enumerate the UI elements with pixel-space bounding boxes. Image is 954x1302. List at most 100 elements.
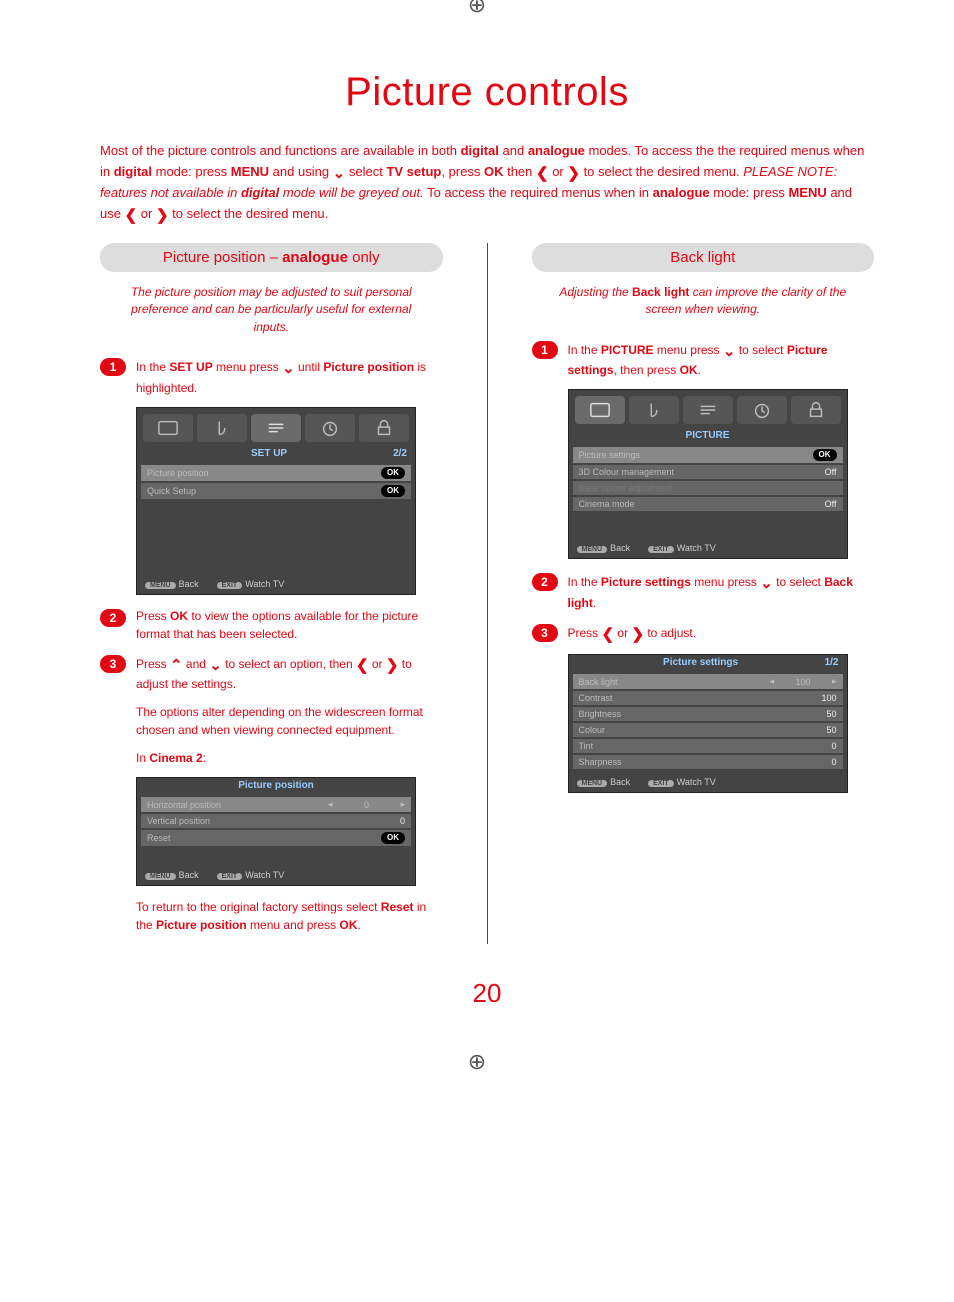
text: OK — [484, 164, 504, 179]
step-badge: 3 — [100, 655, 126, 673]
osd-row-value: Off — [825, 467, 837, 477]
section-lead: The picture position may be adjusted to … — [100, 284, 443, 350]
left-column: Picture position – analogue only The pic… — [100, 243, 443, 944]
text: only — [348, 249, 380, 266]
chevron-right-icon: ❯ — [567, 163, 580, 186]
osd-header: PICTURE — [569, 428, 847, 445]
osd-row-label: Horizontal position — [147, 800, 324, 810]
timer-tab-icon — [737, 396, 787, 424]
text: , press — [441, 164, 484, 179]
osd-row-label: Cinema mode — [579, 499, 635, 509]
timer-tab-icon — [305, 414, 355, 442]
ok-pill: OK — [381, 485, 405, 497]
osd-row-value: 50 — [826, 709, 836, 719]
exit-pill: EXIT — [648, 780, 674, 787]
osd-row-value: 50 — [826, 725, 836, 735]
osd-row-horizontal-position[interactable]: Horizontal position ◂ 0 ▸ — [141, 797, 411, 812]
body-text: To return to the original factory settin… — [136, 898, 443, 934]
step-1: 1 In the PICTURE menu press ⌄ to select … — [532, 339, 875, 380]
step-text: In the Picture settings menu press ⌄ to … — [568, 571, 875, 612]
chevron-down-icon: ⌄ — [760, 573, 773, 596]
setup-tab-icon — [251, 414, 301, 442]
exit-pill: EXIT — [648, 546, 674, 553]
ok-pill: OK — [381, 832, 405, 844]
osd-row-label: Brightness — [579, 709, 622, 719]
osd-title: PICTURE — [577, 430, 839, 441]
ok-pill: OK — [813, 449, 837, 461]
osd-foot-watch: Watch TV — [677, 543, 716, 553]
step-badge: 1 — [100, 358, 126, 376]
text: Most of the picture controls and functio… — [100, 143, 461, 158]
osd-row-picture-position[interactable]: Picture position OK — [141, 465, 411, 481]
picture-tab-icon — [143, 414, 193, 442]
step-badge: 2 — [532, 573, 558, 591]
text: To access the required menus when in — [424, 185, 653, 200]
osd-row-label: Tint — [579, 741, 594, 751]
osd-row-tint[interactable]: Tint 0 — [573, 739, 843, 753]
osd-row-brightness[interactable]: Brightness 50 — [573, 707, 843, 721]
arrow-right-icon: ▸ — [400, 799, 405, 810]
ok-pill: OK — [381, 467, 405, 479]
text: MENU — [788, 185, 826, 200]
osd-title: Picture settings — [577, 657, 825, 668]
step-badge: 2 — [100, 609, 126, 627]
osd-picture-menu: PICTURE Picture settings OK 3D Colour ma… — [568, 389, 848, 559]
step-text: Press ❮ or ❯ to adjust. — [568, 622, 697, 645]
osd-page: 2/2 — [393, 448, 407, 459]
osd-footer: MENUBack EXITWatch TV — [137, 866, 415, 885]
text: mode: press — [710, 185, 789, 200]
osd-row-back-light[interactable]: Back light ◂ 100 ▸ — [573, 674, 843, 689]
osd-row-contrast[interactable]: Contrast 100 — [573, 691, 843, 705]
text: and using — [269, 164, 333, 179]
menu-pill: MENU — [145, 582, 176, 589]
chevron-right-icon: ❯ — [156, 205, 169, 228]
osd-row-label: Quick Setup — [147, 486, 196, 496]
body-text: In Cinema 2: — [136, 749, 443, 767]
chevron-left-icon: ❮ — [536, 163, 549, 186]
chevron-down-icon: ⌄ — [333, 163, 346, 186]
osd-foot-back: Back — [179, 579, 199, 589]
osd-row-cinema-mode[interactable]: Cinema mode Off — [573, 497, 843, 511]
arrow-right-icon: ▸ — [832, 676, 837, 687]
text: or — [549, 164, 568, 179]
osd-row-label: Reset — [147, 833, 171, 843]
step-2: 2 Press OK to view the options available… — [100, 607, 443, 643]
lock-tab-icon — [359, 414, 409, 442]
setup-tab-icon — [683, 396, 733, 424]
osd-row-base-colour: Base colour adjustment — [573, 481, 843, 495]
osd-row-label: 3D Colour management — [579, 467, 675, 477]
text: mode: press — [152, 164, 231, 179]
step-text: Press OK to view the options available f… — [136, 607, 443, 643]
osd-row-quick-setup[interactable]: Quick Setup OK — [141, 483, 411, 499]
column-divider — [487, 243, 488, 944]
osd-row-value: 100 — [821, 693, 836, 703]
menu-pill: MENU — [145, 873, 176, 880]
chevron-down-icon: ⌄ — [723, 341, 736, 364]
osd-row-3d-colour[interactable]: 3D Colour management Off — [573, 465, 843, 479]
osd-row-value: Off — [825, 499, 837, 509]
text: Picture position – — [163, 249, 282, 266]
osd-header: Picture position — [137, 778, 415, 795]
text: then — [503, 164, 536, 179]
osd-row-label: Vertical position — [147, 816, 210, 826]
arrow-left-icon: ◂ — [769, 676, 774, 687]
text: select — [345, 164, 386, 179]
chevron-left-icon: ❮ — [125, 205, 138, 228]
osd-row-value: 0 — [831, 757, 836, 767]
osd-row-vertical-position[interactable]: Vertical position 0 — [141, 814, 411, 828]
step-text: In the PICTURE menu press ⌄ to select Pi… — [568, 339, 875, 380]
osd-row-value: 100 — [778, 677, 828, 687]
osd-footer: MENUBack EXITWatch TV — [569, 773, 847, 792]
step-3: 3 Press ⌃ and ⌄ to select an option, the… — [100, 653, 443, 694]
osd-row-reset[interactable]: Reset OK — [141, 830, 411, 846]
section-header-picture-position: Picture position – analogue only — [100, 243, 443, 272]
osd-row-picture-settings[interactable]: Picture settings OK — [573, 447, 843, 463]
osd-row-colour[interactable]: Colour 50 — [573, 723, 843, 737]
osd-setup-menu: SET UP2/2 Picture position OK Quick Setu… — [136, 407, 416, 595]
page-title: Picture controls — [100, 70, 874, 115]
osd-footer: MENUBack EXITWatch TV — [137, 575, 415, 594]
osd-row-sharpness[interactable]: Sharpness 0 — [573, 755, 843, 769]
osd-foot-watch: Watch TV — [245, 870, 284, 880]
osd-icon-row — [137, 408, 415, 446]
text: and — [499, 143, 528, 158]
